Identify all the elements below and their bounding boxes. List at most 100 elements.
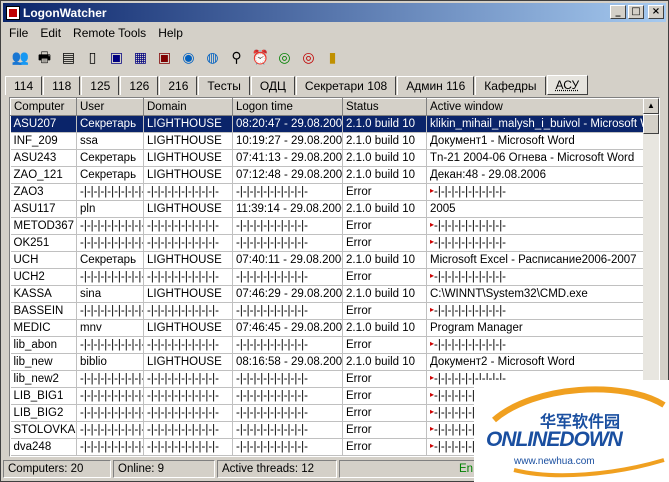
table-row[interactable]: lib_abon -|-|-|-|-|-|-|-|-|-|- -|-|-|-|-|-… [10, 336, 647, 354]
table-cell: klikin_mihail_malysh_i_buivol - Microsof… [426, 115, 647, 133]
menu-remote-tools[interactable]: Remote Tools [67, 26, 152, 40]
tab-125[interactable]: 125 [81, 76, 120, 95]
save-alt-icon[interactable]: ▣ [155, 48, 174, 67]
printer-icon[interactable]: 🖶 [35, 48, 54, 67]
globe-alt-icon[interactable]: ◍ [203, 48, 222, 67]
status-right-text: En [459, 463, 474, 475]
table-cell: LIGHTHOUSE [143, 285, 233, 303]
tab-114[interactable]: 114 [5, 76, 43, 95]
column-header-domain[interactable]: Domain [143, 98, 233, 116]
red-circle-icon[interactable]: ◎ [299, 48, 318, 67]
table-cell: Error [342, 404, 427, 422]
table-cell: -|-|-|-|-|-|-|-|-|-|- [232, 438, 343, 456]
column-header-logon-time[interactable]: Logon time [232, 98, 343, 116]
cell-text: Error [346, 220, 372, 232]
table-cell: Документ2 - Microsoft Word [426, 353, 647, 371]
print-list-icon[interactable]: ▤ [59, 48, 78, 67]
document-icon[interactable]: ▯ [83, 48, 102, 67]
table-cell: Error [342, 217, 427, 235]
table-row[interactable]: BASSEIN -|-|-|-|-|-|-|-|-|-|- -|-|-|-|-|-|… [10, 302, 647, 320]
cell-text: 08:20:47 - 29.08.2006 [236, 118, 343, 130]
table-cell: -|-|-|-|-|-|-|-|-|-|- [76, 370, 144, 388]
alarm-clock-icon[interactable]: ⏰ [251, 48, 270, 67]
tab-126[interactable]: 126 [120, 76, 159, 95]
table-cell: Секретарь [76, 166, 144, 184]
table-cell: METOD367 [10, 217, 77, 235]
table-cell: Секретарь [76, 115, 144, 133]
table-row[interactable]: OK251 -|-|-|-|-|-|-|-|-|-|- -|-|-|-|-|-|-|… [10, 234, 647, 252]
cell-text: LIGHTHOUSE [147, 288, 222, 300]
table-cell: 2.1.0 build 10 [342, 166, 427, 184]
cell-text: -|-|-|-|-|-|-|-|-|-|- [236, 407, 308, 419]
table-row[interactable]: UCH2 -|-|-|-|-|-|-|-|-|-|- -|-|-|-|-|-|-|-… [10, 268, 647, 286]
tab-asu[interactable]: АСУ [546, 75, 589, 95]
tab-118[interactable]: 118 [43, 76, 81, 95]
table-row[interactable]: METOD367 -|-|-|-|-|-|-|-|-|-|- -|-|-|-|-|-… [10, 217, 647, 235]
tab-tests[interactable]: Тесты [198, 76, 250, 95]
cell-text: lib_abon [13, 339, 57, 351]
cell-text: LIGHTHOUSE [147, 356, 222, 368]
table-cell: ▸-|-|-|-|-|-|-|-|-|-|- [426, 302, 647, 320]
cell-text: UCH2 [13, 271, 45, 283]
column-header-active-window[interactable]: Active window [426, 98, 647, 116]
title-bar[interactable]: LogonWatcher _ □ × [3, 3, 666, 22]
table-row[interactable]: ASU207 Секретарь LIGHTHOUSE 08:20:47 - 29.0… [10, 115, 647, 133]
table-cell: UCH [10, 251, 77, 269]
table-cell: ASU207 [10, 115, 77, 133]
globe-icon[interactable]: ◉ [179, 48, 198, 67]
close-button[interactable]: × [648, 5, 664, 19]
scroll-thumb[interactable] [643, 114, 659, 134]
users-icon[interactable]: 👥 [11, 48, 30, 67]
cell-text: -|-|-|-|-|-|-|-|-|-|- [434, 220, 507, 232]
table-cell: Error [342, 183, 427, 201]
green-circle-icon[interactable]: ◎ [275, 48, 294, 67]
table-row[interactable]: KASSA sina LIGHTHOUSE 07:46:29 - 29.08.2006… [10, 285, 647, 303]
cell-text: -|-|-|-|-|-|-|-|-|-|- [434, 237, 507, 249]
cell-text: -|-|-|-|-|-|-|-|-|-|- [147, 271, 219, 283]
menu-help[interactable]: Help [152, 26, 189, 40]
table-row[interactable]: MEDIC mnv LIGHTHOUSE 07:46:45 - 29.08.2006 2… [10, 319, 647, 337]
table-row[interactable]: lib_new biblio LIGHTHOUSE 08:16:58 - 29.08.… [10, 353, 647, 371]
cell-text: -|-|-|-|-|-|-|-|-|-|- [236, 339, 308, 351]
copy-icon[interactable]: ▦ [131, 48, 150, 67]
column-header-user[interactable]: User [76, 98, 144, 116]
cell-text: 07:40:11 - 29.08.2006 [236, 254, 343, 266]
table-cell: -|-|-|-|-|-|-|-|-|-|- [232, 421, 343, 439]
tab-secretaries[interactable]: Секретари 108 [295, 76, 397, 95]
menu-edit[interactable]: Edit [34, 26, 67, 40]
table-row[interactable]: UCH Секретарь LIGHTHOUSE 07:40:11 - 29.08.2… [10, 251, 647, 269]
cell-text: -|-|-|-|-|-|-|-|-|-|- [80, 220, 143, 232]
column-header-status[interactable]: Status [342, 98, 427, 116]
table-row[interactable]: ZAO3 -|-|-|-|-|-|-|-|-|-|- -|-|-|-|-|-|-|-… [10, 183, 647, 201]
table-cell: LIGHTHOUSE [143, 319, 233, 337]
column-header-computer[interactable]: Computer [10, 98, 77, 116]
cell-text: ASU243 [13, 152, 57, 164]
maximize-button[interactable]: □ [628, 5, 644, 19]
table-row[interactable]: ZAO_121 Секретарь LIGHTHOUSE 07:12:48 - 29.… [10, 166, 647, 184]
table-cell: Program Manager [426, 319, 647, 337]
tab-departments[interactable]: Кафедры [475, 76, 546, 95]
table-cell: Error [342, 438, 427, 456]
table-cell: ZAO_121 [10, 166, 77, 184]
search-icon[interactable]: ⚲ [227, 48, 246, 67]
table-cell: 07:40:11 - 29.08.2006 [232, 251, 343, 269]
table-cell: ▸-|-|-|-|-|-|-|-|-|-|- [426, 336, 647, 354]
cell-text: Error [346, 339, 372, 351]
table-row[interactable]: ASU117 pln LIGHTHOUSE 11:39:14 - 29.08.2006… [10, 200, 647, 218]
tab-216[interactable]: 216 [159, 76, 198, 95]
cell-text: -|-|-|-|-|-|-|-|-|-|- [236, 220, 308, 232]
cell-text: Документ1 - Microsoft Word [430, 135, 575, 147]
tab-admin[interactable]: Админ 116 [397, 76, 475, 95]
menu-file[interactable]: File [3, 26, 34, 40]
tab-odc[interactable]: ОДЦ [250, 76, 295, 95]
table-cell: STOLOVKA [10, 421, 77, 439]
table-row[interactable]: INF_209 ssa LIGHTHOUSE 10:19:27 - 29.08.200… [10, 132, 647, 150]
table-cell: Error [342, 421, 427, 439]
table-row[interactable]: ASU243 Секретарь LIGHTHOUSE 07:41:13 - 29.0… [10, 149, 647, 167]
scroll-up-arrow-icon[interactable]: ▲ [643, 98, 659, 114]
save-icon[interactable]: ▣ [107, 48, 126, 67]
minimize-button[interactable]: _ [610, 5, 626, 19]
table-cell: ASU243 [10, 149, 77, 167]
exit-door-icon[interactable]: ▮ [323, 48, 342, 67]
table-cell: 2005 [426, 200, 647, 218]
